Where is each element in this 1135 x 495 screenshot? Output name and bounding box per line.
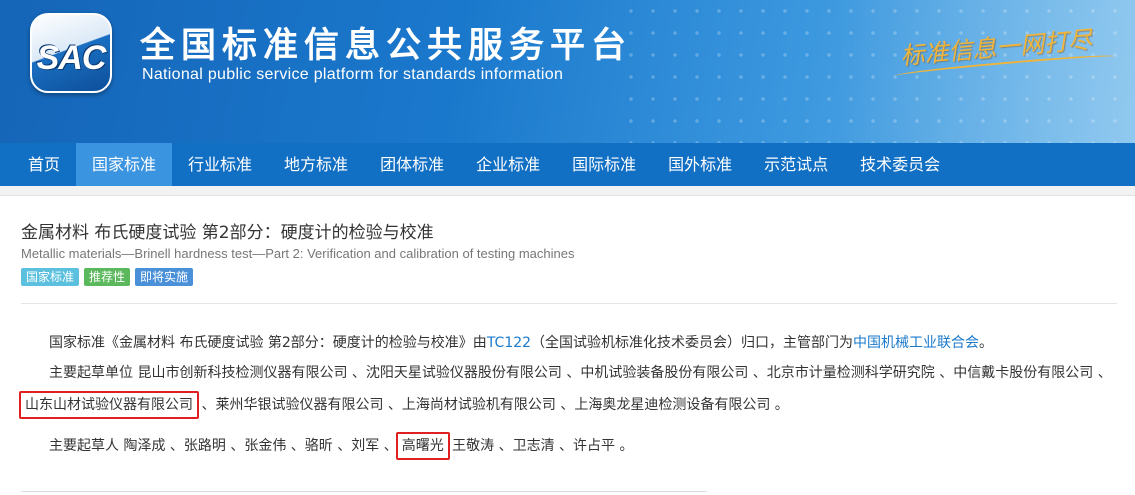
nav-item-home[interactable]: 首页	[12, 143, 76, 186]
drafters-paragraph: 主要起草人 陶泽成 、张路明 、张金伟 、骆昕 、刘军 、高曙光 王敬涛 、卫志…	[21, 432, 1121, 460]
site-title-cn: 全国标准信息公共服务平台	[140, 26, 633, 66]
main-nav: 首页 国家标准 行业标准 地方标准 团体标准 企业标准 国际标准 国外标准 示范…	[0, 143, 1135, 186]
description-paragraph: 国家标准《金属材料 布氏硬度试验 第2部分：硬度计的检验与校准》由TC122（全…	[21, 333, 1121, 353]
desc-suffix: 。	[979, 335, 994, 351]
units-list-1: 昆山市创新科技检测仪器有限公司 、沈阳天星试验仪器股份有限公司 、中机试验装备股…	[137, 365, 1112, 381]
nav-item-enterprise-standard[interactable]: 企业标准	[460, 143, 556, 186]
nav-item-group-standard[interactable]: 团体标准	[364, 143, 460, 186]
drafters-list-before: 陶泽成 、张路明 、张金伟 、骆昕 、刘军 、	[123, 438, 398, 454]
tag-upcoming: 即将实施	[135, 268, 194, 286]
nav-item-national-standard[interactable]: 国家标准	[76, 143, 173, 186]
sac-logo[interactable]: SAC	[30, 13, 112, 93]
nav-item-technical-committee[interactable]: 技术委员会	[844, 143, 956, 186]
authority-link[interactable]: 中国机械工业联合会	[853, 335, 979, 351]
nav-item-foreign-standard[interactable]: 国外标准	[652, 143, 748, 186]
units-label: 主要起草单位	[49, 365, 133, 381]
content-area: 金属材料 布氏硬度试验 第2部分：硬度计的检验与校准 Metallic mate…	[0, 186, 1135, 495]
site-title-en: National public service platform for sta…	[142, 66, 564, 83]
nav-item-demonstration[interactable]: 示范试点	[748, 143, 844, 186]
logo-text: SAC	[36, 39, 107, 77]
drafting-units-line2: 山东山材试验仪器有限公司 、莱州华银试验仪器有限公司 、上海尚材试验机有限公司 …	[19, 391, 1121, 419]
standard-title-en: Metallic materials—Brinell hardness test…	[21, 246, 575, 261]
highlighted-drafter: 高曙光	[395, 432, 450, 460]
drafters-list-after: 王敬涛 、卫志清 、许占平 。	[452, 438, 634, 454]
tag-recommended: 推荐性	[84, 268, 131, 286]
drafting-units-line1: 主要起草单位 昆山市创新科技检测仪器有限公司 、沈阳天星试验仪器股份有限公司 、…	[21, 363, 1121, 383]
tag-national-standard: 国家标准	[21, 268, 80, 286]
standard-tags: 国家标准 推荐性 即将实施	[21, 268, 194, 286]
nav-item-industry-standard[interactable]: 行业标准	[172, 143, 268, 186]
highlighted-unit: 山东山材试验仪器有限公司	[19, 391, 199, 419]
units-list-2: 、莱州华银试验仪器有限公司 、上海尚材试验机有限公司 、上海奥龙星迪检测设备有限…	[201, 397, 789, 413]
standard-title-cn: 金属材料 布氏硬度试验 第2部分：硬度计的检验与校准	[21, 223, 434, 243]
tc-link[interactable]: TC122	[487, 335, 531, 351]
drafters-label: 主要起草人	[49, 438, 119, 454]
nav-item-international-standard[interactable]: 国际标准	[556, 143, 652, 186]
divider	[21, 303, 1117, 304]
header-banner: SAC 全国标准信息公共服务平台 National public service…	[0, 0, 1135, 143]
desc-middle: （全国试验机标准化技术委员会）归口，主管部门为	[531, 335, 854, 351]
bottom-divider	[21, 491, 707, 492]
desc-prefix: 国家标准《金属材料 布氏硬度试验 第2部分：硬度计的检验与校准》由	[49, 335, 487, 351]
nav-item-local-standard[interactable]: 地方标准	[268, 143, 364, 186]
standard-card: 金属材料 布氏硬度试验 第2部分：硬度计的检验与校准 Metallic mate…	[0, 195, 1135, 495]
